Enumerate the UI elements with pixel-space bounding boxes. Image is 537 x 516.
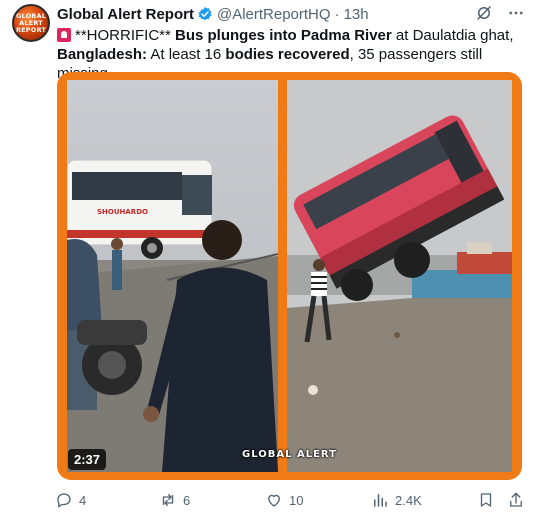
- scene-right-image: [287, 80, 512, 472]
- tweet-text-part3: at Daulatdia ghat,: [391, 27, 514, 44]
- siren-emoji-icon: [57, 28, 71, 42]
- post-time[interactable]: 13h: [344, 6, 369, 23]
- share-icon: [510, 492, 522, 507]
- video-player[interactable]: SHOUHARDO: [57, 72, 522, 480]
- bus-lettering: SHOUHARDO: [97, 208, 148, 216]
- views-chart-icon: [374, 494, 387, 507]
- account-handle[interactable]: @AlertReportHQ: [217, 6, 331, 23]
- scene-left-image: SHOUHARDO: [67, 80, 278, 472]
- more-options-icon[interactable]: [507, 4, 525, 22]
- like-count: 10: [289, 492, 304, 508]
- tweet-text-part1: **HORRIFIC**: [75, 27, 176, 44]
- share-button[interactable]: [507, 491, 525, 509]
- avatar-text-line3: REPORT: [15, 25, 47, 34]
- video-frame-right: [287, 80, 512, 472]
- tweet-text-part4: Bangladesh:: [57, 46, 148, 63]
- video-watermark: GLOBAL ALERT: [242, 449, 337, 460]
- retweet-count: 6: [183, 492, 191, 508]
- reply-icon: [57, 493, 71, 508]
- separator-dot: ·: [334, 5, 340, 23]
- tweet-text-part2: Bus plunges into Padma River: [175, 27, 392, 44]
- account-name[interactable]: Global Alert Report: [57, 6, 194, 23]
- tweet-card[interactable]: GLOBAL ALERT REPORT Global Alert Report …: [0, 0, 537, 516]
- views-count: 2.4K: [395, 492, 422, 508]
- frame-divider: [278, 80, 287, 472]
- views-button[interactable]: 2.4K: [371, 491, 422, 509]
- tweet-text-part6: bodies recovered: [225, 46, 350, 63]
- tweet-text-part5: At least 16: [147, 46, 226, 63]
- like-button[interactable]: 10: [265, 491, 303, 509]
- tweet-header: Global Alert Report @AlertReportHQ · 13h: [57, 4, 525, 24]
- retweet-button[interactable]: 6: [159, 491, 190, 509]
- video-frame-left: SHOUHARDO: [67, 80, 278, 472]
- retweet-icon: [162, 494, 174, 506]
- account-avatar[interactable]: GLOBAL ALERT REPORT: [12, 4, 50, 42]
- reply-button[interactable]: 4: [55, 491, 86, 509]
- tweet-actions-bar: 4 6 10 2.4K: [55, 489, 527, 511]
- reply-count: 4: [79, 492, 87, 508]
- heart-icon: [268, 494, 280, 507]
- bookmark-icon: [480, 493, 492, 507]
- bookmark-button[interactable]: [477, 491, 495, 509]
- verified-badge-icon: [198, 7, 212, 21]
- grok-icon[interactable]: [475, 4, 493, 22]
